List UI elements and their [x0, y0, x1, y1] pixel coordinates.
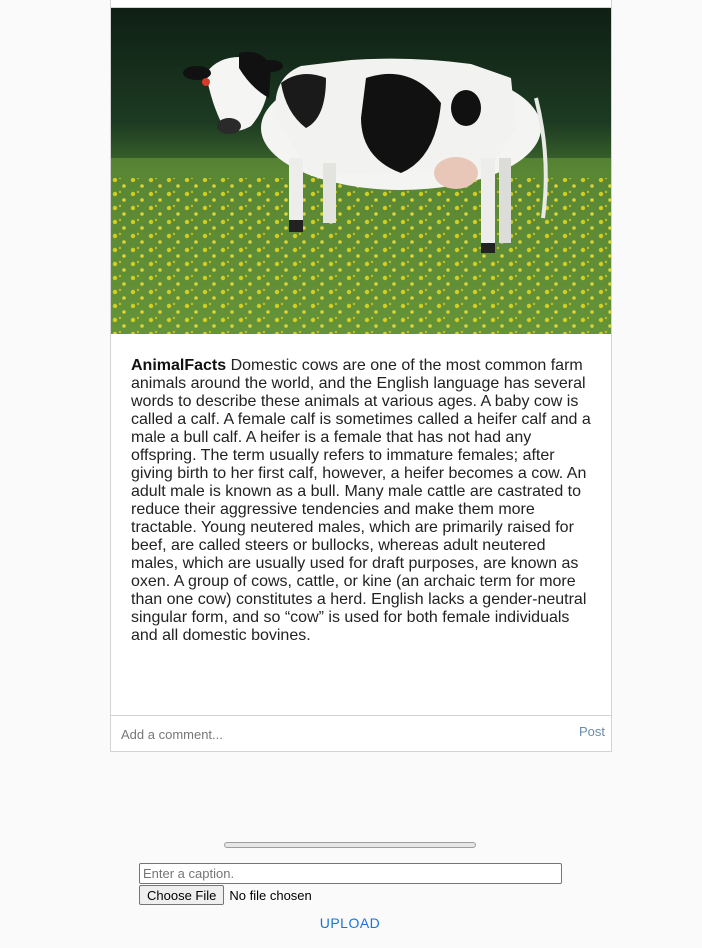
upload-button[interactable]: UPLOAD	[310, 914, 390, 932]
post-image	[111, 7, 611, 334]
upload-progress-bar	[224, 842, 476, 848]
post-card: AnimalFacts Domestic cows are one of the…	[110, 0, 612, 752]
comment-input[interactable]	[121, 724, 541, 744]
choose-file-button[interactable]: Choose File	[139, 885, 225, 905]
post-comment-button[interactable]: Post	[579, 724, 605, 739]
cow-photo	[111, 8, 611, 334]
file-picker: Choose File No file chosen	[139, 885, 312, 905]
file-status-text: No file chosen	[229, 887, 312, 903]
caption-input[interactable]	[139, 863, 562, 884]
comment-bar: Post	[111, 715, 611, 751]
post-username[interactable]: AnimalFacts	[131, 357, 226, 374]
post-caption-text: Domestic cows are one of the most common…	[131, 357, 591, 644]
post-caption: AnimalFacts Domestic cows are one of the…	[131, 357, 593, 645]
